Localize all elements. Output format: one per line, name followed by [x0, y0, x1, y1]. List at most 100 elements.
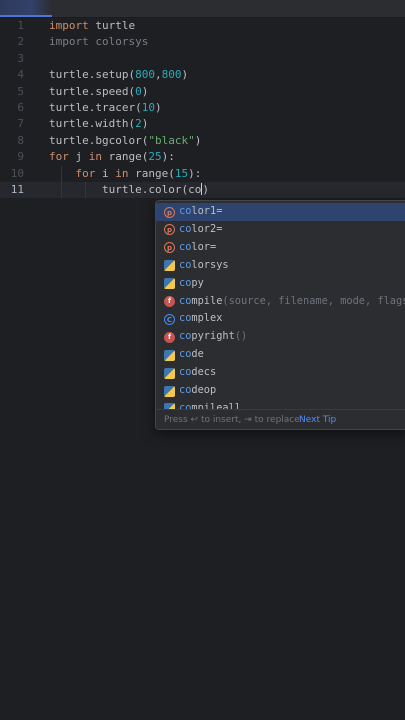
line-number: 2 — [17, 35, 24, 49]
code-token: for — [49, 150, 69, 164]
completion-item-label: color= — [179, 239, 216, 257]
code-token: 800 — [135, 68, 155, 82]
code-line[interactable]: 2 import colorsys — [0, 34, 405, 50]
completion-item-label: compile(source, filename, mode, flags, d — [179, 293, 405, 311]
completion-item[interactable]: codecs — [156, 364, 405, 382]
completion-item[interactable]: p color= — [156, 239, 405, 257]
line-code: turtle.color(co) — [49, 182, 209, 198]
code-token: turtle.bgcolor( — [49, 133, 149, 147]
code-token: ) — [141, 84, 149, 98]
completion-rest: mplex — [191, 312, 223, 325]
completion-hint-text: Press ↩ to insert, ⇥ to replace — [164, 415, 300, 425]
completion-item[interactable]: codeop — [156, 382, 405, 400]
code-line[interactable]: 5 turtle.speed(0) — [0, 84, 405, 100]
code-token: range( — [102, 150, 149, 164]
completion-item[interactable]: fcompile(source, filename, mode, flags, … — [156, 293, 405, 311]
code-token: i — [95, 166, 116, 180]
editor-tab-active[interactable] — [0, 0, 52, 17]
class-icon: C — [164, 313, 175, 325]
code-token: 0 — [135, 84, 142, 98]
completion-match: co — [179, 205, 192, 217]
python-module-icon — [164, 367, 175, 379]
line-number: 10 — [10, 166, 24, 180]
completion-item[interactable]: code — [156, 346, 405, 364]
code-token: 10 — [141, 101, 155, 114]
completion-item-label: complex — [179, 310, 222, 328]
completion-item-label: compileall — [179, 400, 241, 409]
completion-match: co — [179, 258, 192, 271]
code-line[interactable]: 6 turtle.tracer(10) — [0, 100, 405, 116]
completion-match: co — [179, 401, 192, 409]
completion-item[interactable]: p color2= — [156, 221, 405, 239]
completion-item-label: colorsys — [179, 257, 229, 275]
completion-match: co — [179, 348, 192, 361]
python-module-icon — [164, 278, 175, 290]
code-token: "black" — [148, 133, 195, 147]
completion-signature: () — [234, 330, 248, 343]
code-token: import — [49, 19, 89, 32]
line-code: turtle.width(2) — [49, 116, 148, 132]
code-token: in — [88, 150, 102, 164]
tab-underline — [0, 15, 52, 17]
python-module-icon — [164, 385, 175, 397]
completion-signature: (source, filename, mode, flags, d — [222, 294, 405, 307]
completion-match: co — [179, 330, 192, 343]
parameter-icon: p — [164, 242, 175, 254]
code-token: in — [115, 166, 129, 180]
code-token: ) — [141, 117, 149, 131]
line-code: for i in range(15): — [49, 166, 202, 182]
code-token: turtle.tracer( — [49, 101, 142, 114]
line-code: turtle.bgcolor("black") — [49, 133, 201, 149]
code-token: turtle.width( — [49, 117, 136, 131]
code-line[interactable]: 4 turtle.setup(800,800) — [0, 67, 405, 83]
completion-item-label: codeop — [179, 382, 216, 400]
function-icon: f — [164, 296, 175, 307]
code-line[interactable]: 8 turtle.bgcolor("black") — [0, 133, 405, 149]
completion-rest: py — [191, 276, 204, 289]
next-tip-link[interactable]: Next Tip — [299, 410, 336, 429]
completion-match: co — [179, 384, 192, 396]
completion-item[interactable]: p color1= — [156, 203, 405, 221]
code-line[interactable]: 7 turtle.width(2) — [0, 116, 405, 132]
completion-rest: lor1= — [191, 205, 223, 217]
code-token: turtle.setup( — [49, 68, 136, 82]
line-code: turtle.setup(800,800) — [49, 67, 188, 83]
completion-item-label: copyright() — [179, 328, 247, 346]
line-code: turtle.speed(0) — [49, 84, 148, 100]
completion-match: co — [179, 294, 192, 307]
completion-item-label: color2= — [179, 221, 222, 239]
completion-item[interactable]: compileall — [156, 400, 405, 409]
completion-match: co — [179, 276, 192, 289]
code-token: for — [75, 166, 96, 180]
code-token: import colorsys — [49, 35, 149, 49]
completion-item-label: code — [179, 346, 204, 364]
code-token: ): — [188, 166, 202, 180]
code-token: 800 — [161, 68, 182, 82]
python-module-icon — [164, 260, 175, 272]
line-number: 7 — [17, 117, 24, 131]
line-number: 3 — [17, 51, 24, 65]
completion-item[interactable]: Ccomplex — [156, 310, 405, 328]
line-code: for j in range(25): — [49, 149, 175, 165]
line-code: import turtle — [49, 18, 135, 34]
code-line[interactable]: 1 import turtle — [0, 18, 405, 34]
completion-rest: lorsys — [191, 258, 229, 271]
code-token: turtle.speed( — [49, 84, 136, 98]
completion-rest: mpile — [191, 294, 223, 307]
parameter-icon: p — [164, 224, 175, 236]
completion-rest: lor2= — [191, 222, 223, 235]
completion-item[interactable]: f copyright() — [156, 328, 405, 346]
code-token: turtle.color(co — [49, 183, 202, 196]
line-number: 9 — [17, 150, 24, 164]
code-line[interactable]: 3 — [0, 51, 405, 67]
indent-guide — [85, 182, 86, 199]
code-token: j — [68, 150, 89, 164]
code-token: ) — [181, 68, 189, 82]
code-line[interactable]: 9 for j in range(25): — [0, 149, 405, 165]
code-token: ) — [202, 183, 209, 196]
code-token: ) — [154, 101, 162, 114]
completion-rest: decs — [191, 366, 217, 379]
completion-item[interactable]: colorsys — [156, 257, 405, 275]
completion-item[interactable]: copy — [156, 275, 405, 293]
code-token: range( — [128, 166, 175, 180]
